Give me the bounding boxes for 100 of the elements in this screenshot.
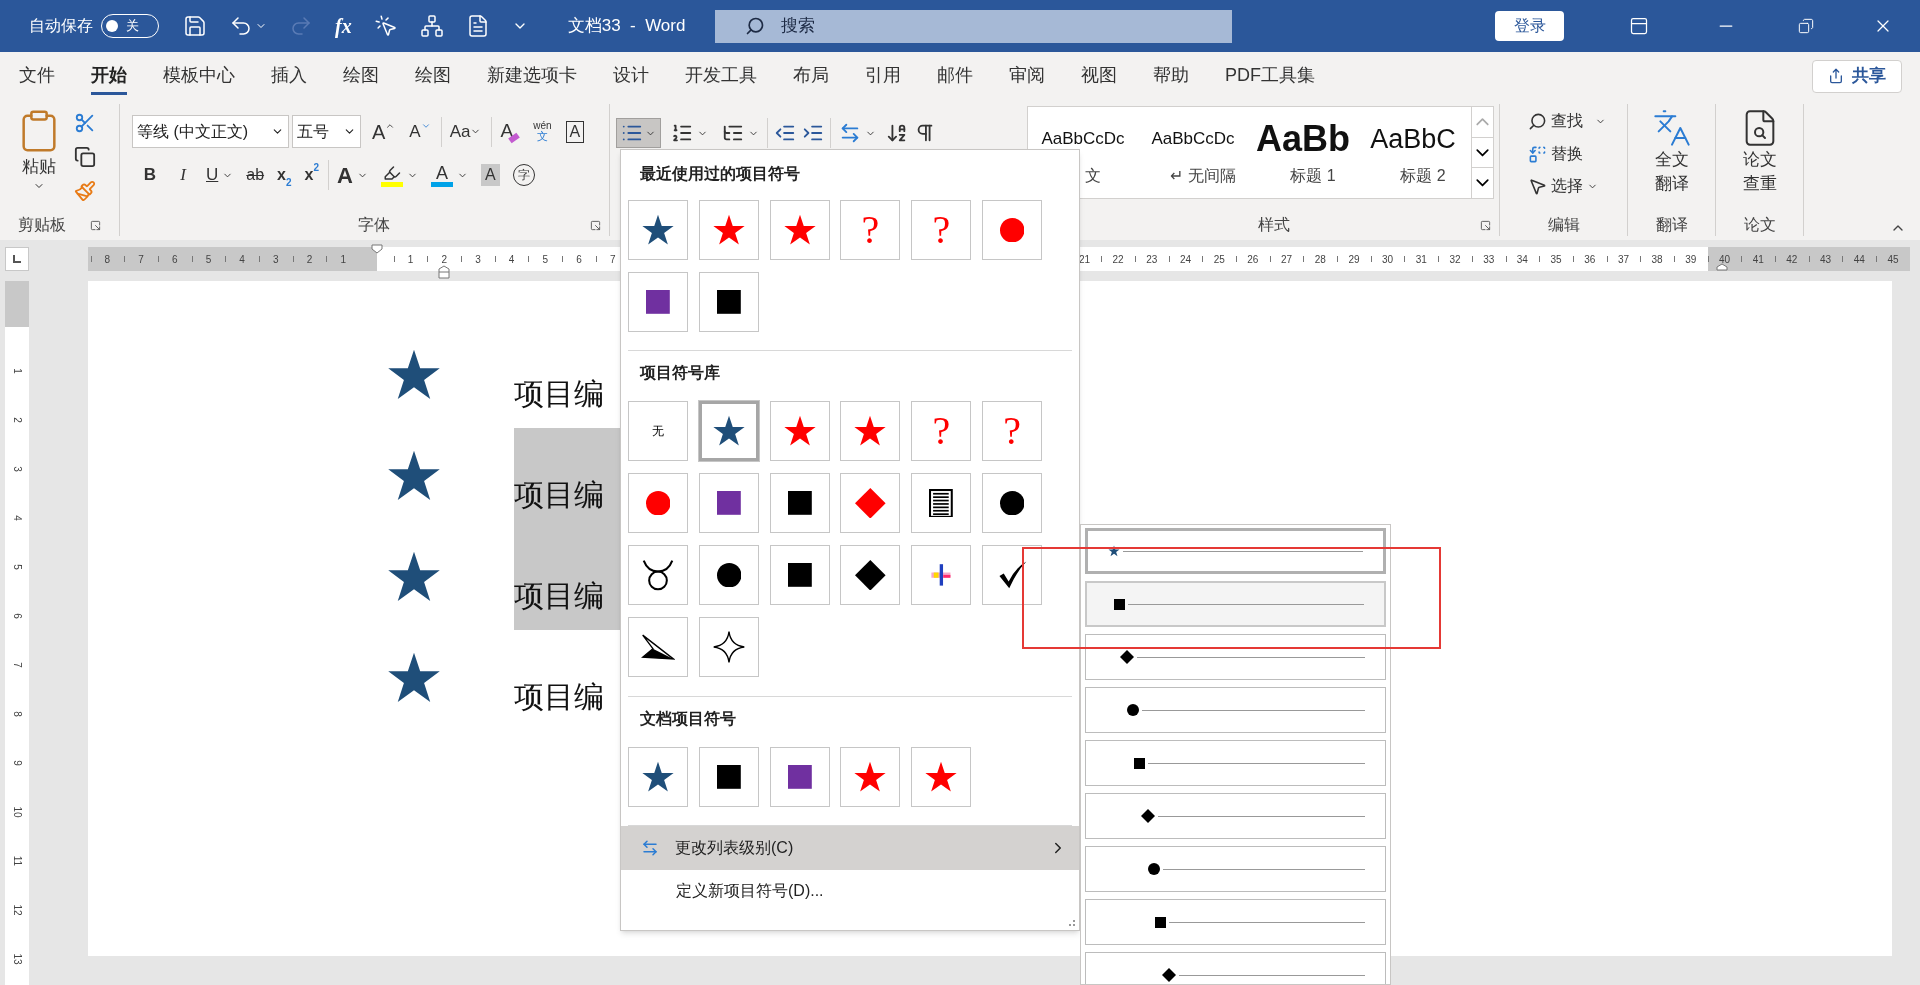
- undo-icon[interactable]: [229, 14, 253, 38]
- bold-button[interactable]: B: [136, 160, 164, 190]
- ribbon-tab[interactable]: 文件: [19, 57, 55, 95]
- save-icon[interactable]: [183, 14, 207, 38]
- share-button[interactable]: 共享: [1812, 59, 1902, 93]
- cut-icon[interactable]: [74, 112, 96, 134]
- list-level-option[interactable]: [1085, 634, 1386, 680]
- bullet-option[interactable]: ?: [840, 200, 901, 260]
- ribbon-tab[interactable]: 视图: [1081, 57, 1117, 95]
- indent-marker[interactable]: [1716, 263, 1728, 271]
- ribbon-tab[interactable]: 绘图: [415, 57, 451, 95]
- bullet-option[interactable]: ?: [911, 401, 972, 461]
- bullet-option[interactable]: [982, 545, 1043, 605]
- copy-icon[interactable]: [74, 146, 96, 168]
- list-level-option[interactable]: [1085, 687, 1386, 733]
- bullet-option[interactable]: [698, 747, 759, 807]
- font-color-button[interactable]: A: [426, 160, 472, 190]
- ribbon-tab[interactable]: 开始: [91, 57, 127, 95]
- indent-marker[interactable]: [371, 244, 383, 254]
- bullet-option[interactable]: [911, 473, 972, 533]
- style-item[interactable]: AaBbCcDc 文: [1028, 107, 1138, 198]
- text-effects-button[interactable]: A: [328, 160, 372, 190]
- strikethrough-button[interactable]: ab: [242, 160, 269, 190]
- phonetic-guide-button[interactable]: wén 文: [529, 116, 556, 147]
- list-level-option[interactable]: [1085, 740, 1386, 786]
- change-list-level-item[interactable]: 更改列表级别(C): [621, 826, 1079, 870]
- grow-font-button[interactable]: A: [368, 116, 400, 147]
- underline-button[interactable]: U: [202, 160, 238, 190]
- list-level-option[interactable]: [1085, 528, 1386, 574]
- clear-format-button[interactable]: A: [491, 116, 524, 147]
- list-level-option[interactable]: [1085, 899, 1386, 945]
- shrink-font-button[interactable]: A: [405, 116, 435, 147]
- format-painter-icon[interactable]: [74, 180, 96, 202]
- ribbon-tab[interactable]: 邮件: [937, 57, 973, 95]
- list-level-option[interactable]: [1085, 846, 1386, 892]
- replace-button[interactable]: 替换: [1528, 140, 1627, 168]
- bullet-option[interactable]: [698, 617, 759, 677]
- italic-button[interactable]: I: [169, 160, 197, 190]
- bullet-option[interactable]: [769, 747, 830, 807]
- ribbon-tab[interactable]: 插入: [271, 57, 307, 95]
- bullet-option[interactable]: [628, 272, 688, 332]
- translate-button[interactable]: 全文翻译: [1651, 108, 1692, 196]
- sort-icon[interactable]: [886, 122, 908, 144]
- question-mark-icon: ?: [932, 210, 951, 250]
- paste-button[interactable]: 粘贴: [16, 108, 62, 192]
- bullet-option[interactable]: [982, 473, 1043, 533]
- style-item[interactable]: AaBbCcDc ↵ 无间隔: [1138, 107, 1248, 198]
- search-field[interactable]: 搜索: [715, 9, 1233, 43]
- bullet-option[interactable]: [698, 473, 759, 533]
- ribbon-tab[interactable]: 模板中心: [163, 57, 235, 95]
- restore-icon[interactable]: [1798, 18, 1814, 34]
- bullet-option[interactable]: [628, 200, 688, 260]
- style-item[interactable]: AaBbC 标题 2: [1358, 107, 1468, 198]
- ribbon-tab[interactable]: 帮助: [1153, 57, 1189, 95]
- font-name-field[interactable]: 等线 (中文正文): [132, 115, 289, 148]
- plagiarism-check-button[interactable]: 论文查重: [1739, 108, 1780, 196]
- select-button[interactable]: 选择: [1528, 172, 1627, 200]
- ribbon-tab[interactable]: PDF工具集: [1225, 57, 1315, 95]
- bullet-option[interactable]: 无: [628, 401, 688, 461]
- font-size-field[interactable]: 五号: [292, 115, 361, 148]
- bullets-button[interactable]: [616, 118, 661, 148]
- dialog-launcher-icon[interactable]: [590, 219, 601, 231]
- sign-in-button[interactable]: 登录: [1495, 11, 1564, 41]
- ribbon-tab[interactable]: 布局: [793, 57, 829, 95]
- bullet-option[interactable]: [769, 473, 830, 533]
- ruler-number: 33: [1483, 252, 1495, 267]
- tab-selector[interactable]: [5, 247, 29, 271]
- bullet-option[interactable]: [628, 545, 688, 605]
- ribbon-tab[interactable]: 引用: [865, 57, 901, 95]
- ribbon-tab[interactable]: 开发工具: [685, 57, 757, 95]
- paragraph-text: 项目编: [514, 529, 620, 630]
- style-item[interactable]: AaBb 标题 1: [1248, 107, 1358, 198]
- ribbon-display-icon[interactable]: [1629, 16, 1649, 36]
- list-level-option[interactable]: [1085, 581, 1386, 627]
- formula-icon[interactable]: fx: [335, 11, 352, 41]
- find-button[interactable]: 查找: [1528, 106, 1627, 136]
- bullet-option[interactable]: ?: [911, 200, 972, 260]
- bullet-option[interactable]: [698, 272, 759, 332]
- ruler-number: 2: [12, 417, 22, 423]
- ribbon-tab[interactable]: 审阅: [1009, 57, 1045, 95]
- bullet-option[interactable]: ?: [982, 401, 1043, 461]
- resize-grip-icon[interactable]: [1069, 920, 1075, 926]
- bullet-option[interactable]: [628, 747, 688, 807]
- ribbon-tab[interactable]: 设计: [613, 57, 649, 95]
- bullet-option[interactable]: [628, 617, 688, 677]
- define-new-bullet-item[interactable]: 定义新项目符号(D)...: [621, 870, 1079, 912]
- list-level-option[interactable]: [1085, 793, 1386, 839]
- bullet-option[interactable]: [769, 545, 830, 605]
- ribbon-tab[interactable]: 新建选项卡: [487, 57, 577, 95]
- dialog-launcher-icon[interactable]: [90, 219, 101, 231]
- bullet-option[interactable]: [840, 545, 901, 605]
- ribbon-tab[interactable]: 绘图: [343, 57, 379, 95]
- change-case-button[interactable]: Aa: [440, 116, 486, 147]
- bullet-option[interactable]: [698, 545, 759, 605]
- hierarchy-icon[interactable]: [419, 14, 444, 38]
- pointer-icon[interactable]: [373, 14, 398, 38]
- autosave-label: 自动保存: [29, 16, 93, 36]
- dialog-launcher-icon[interactable]: [1480, 219, 1491, 231]
- bullet-option[interactable]: [698, 401, 759, 461]
- indent-marker[interactable]: [438, 265, 450, 279]
